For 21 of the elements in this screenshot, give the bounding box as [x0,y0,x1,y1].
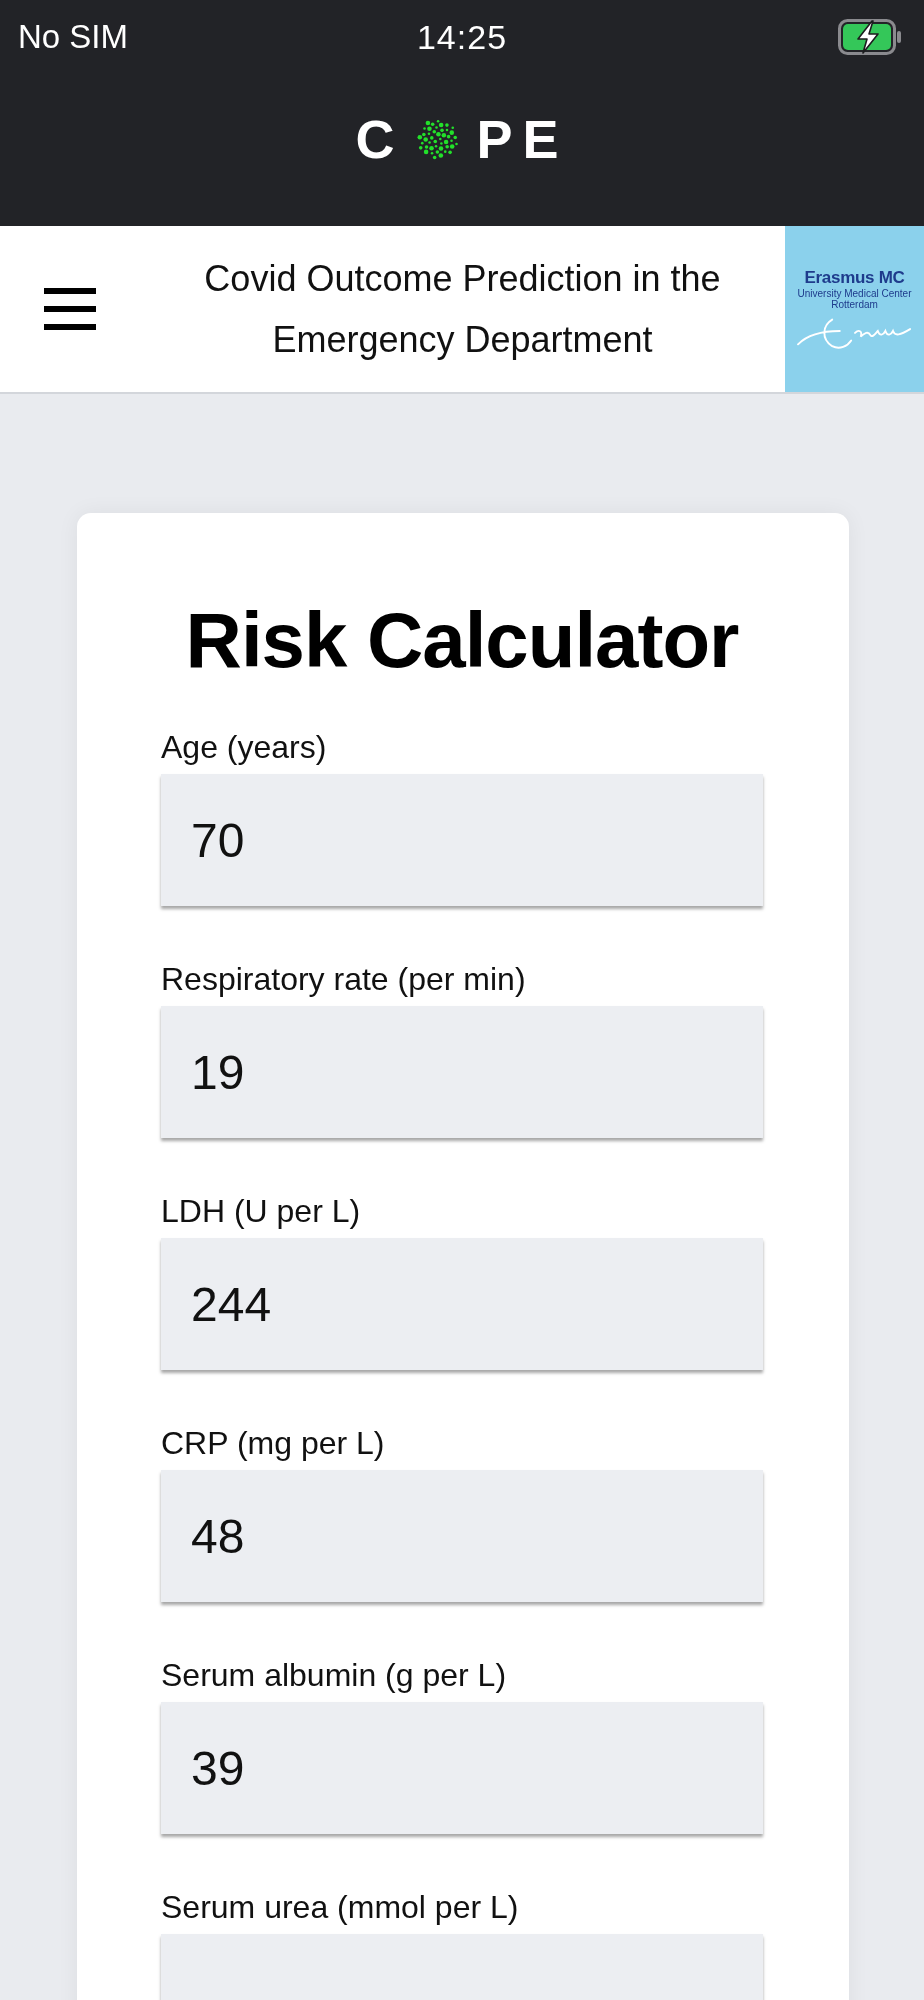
field-label: Respiratory rate (per min) [161,960,526,999]
logo-text: C [355,112,405,166]
carrier-text: No SIM [18,18,129,56]
input-field[interactable]: 70 [161,774,763,906]
input-field[interactable]: 19 [161,1006,763,1138]
field-label: LDH (U per L) [161,1192,361,1231]
logo-name: Erasmus MC [804,268,905,287]
input-field[interactable]: 48 [161,1470,763,1602]
logo-text: PE [476,112,569,166]
field-label: Serum urea (mmol per L) [161,1888,519,1927]
app-title: Covid Outcome Prediction in the Emergency Department [203,257,722,362]
menu-icon [44,288,96,330]
card-title: Risk Calculator [184,595,740,686]
input-field[interactable]: 244 [161,1238,763,1370]
input-field[interactable]: 39 [161,1702,763,1834]
dotted-circle-icon [416,117,461,161]
field-label: CRP (mg per L) [161,1424,385,1463]
field-label: Serum albumin (g per L) [161,1656,507,1695]
field-label: Age (years) [161,728,327,767]
clock-time: 14:25 [416,17,508,57]
logo-subtitle: University Medical Center Rotterdam [796,288,913,310]
